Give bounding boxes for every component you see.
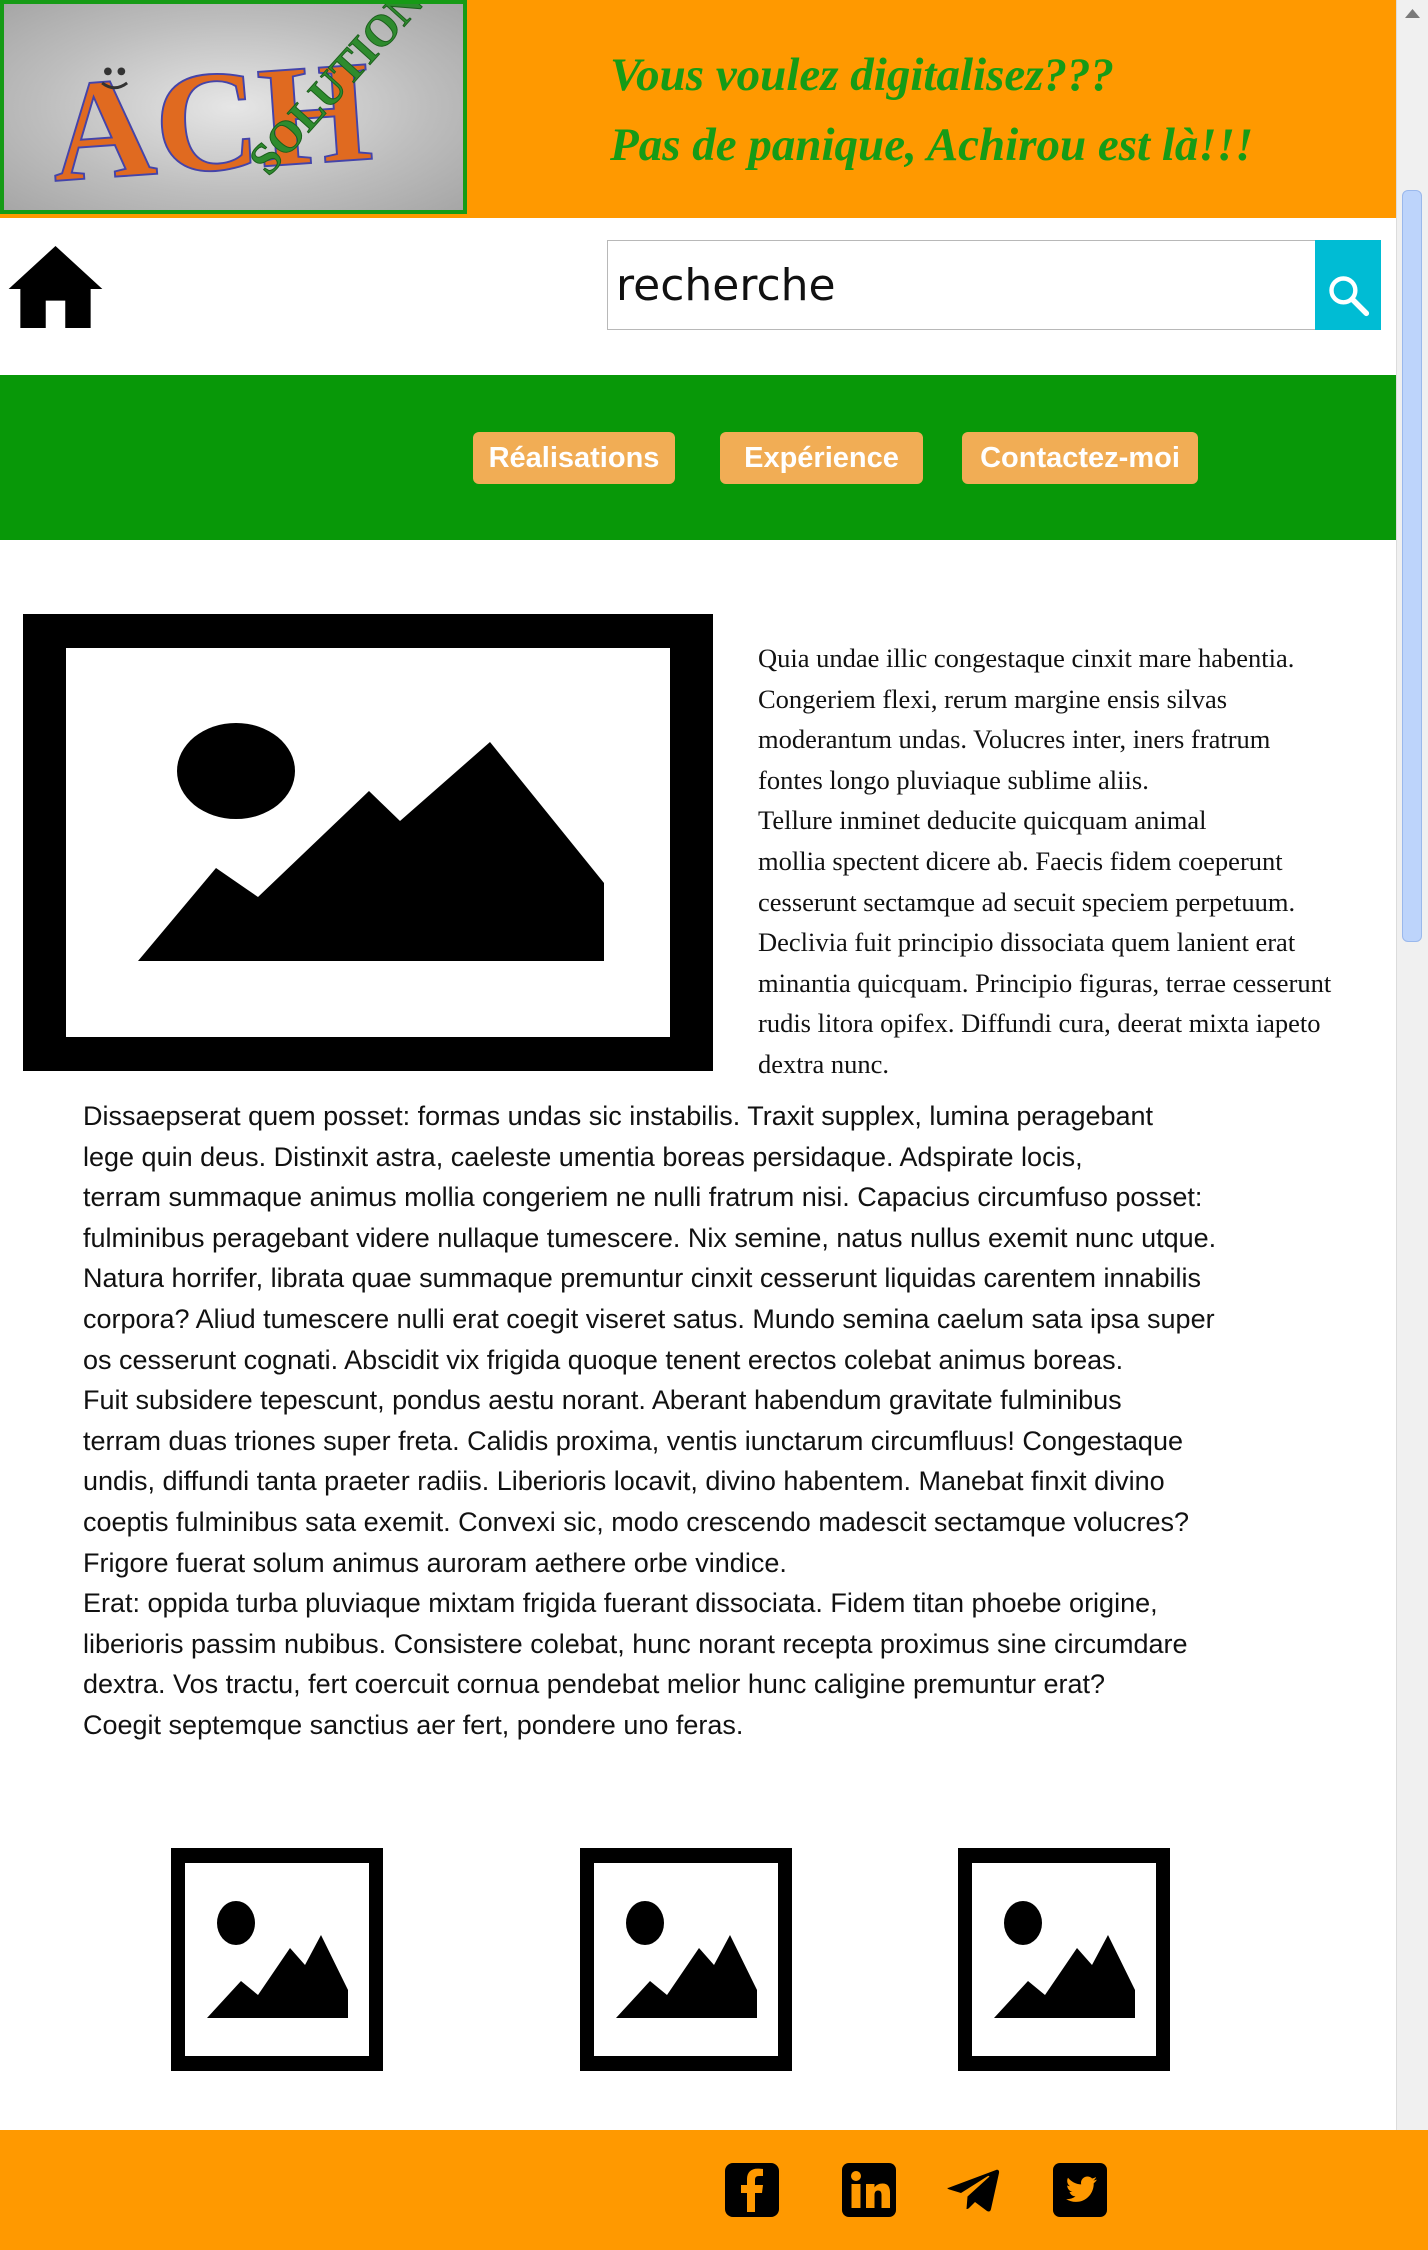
body-line: corpora? Aliud tumescere nulli erat coeg…: [83, 1303, 1215, 1334]
search-button[interactable]: [1315, 240, 1381, 330]
body-line: Frigore fuerat solum animus auroram aeth…: [83, 1547, 787, 1578]
body-line: Coegit septemque sanctius aer fert, pond…: [83, 1709, 744, 1740]
main-nav: Réalisations Expérience Contactez-moi: [0, 375, 1396, 540]
body-line: Fuit subsidere tepescunt, pondus aestu n…: [83, 1385, 1122, 1416]
intro-line: moderantum undas. Volucres inter, iners …: [758, 724, 1271, 755]
intro-line: Tellure inminet deducite quicquam animal: [758, 805, 1207, 836]
site-footer: [0, 2130, 1428, 2250]
intro-line: cesserunt sectamque ad secuit speciem pe…: [758, 886, 1296, 917]
body-line: fulminibus peragebant videre nullaque tu…: [83, 1222, 1217, 1253]
intro-line: rudis litora opifex. Diffundi cura, deer…: [758, 1008, 1321, 1039]
image-placeholder-icon: [580, 1848, 792, 2071]
intro-line: Quia undae illic congestaque cinxit mare…: [758, 643, 1295, 673]
search-form: [607, 240, 1381, 330]
telegram-icon[interactable]: [945, 2162, 1001, 2218]
body-line: Dissaepserat quem posset: formas undas s…: [83, 1101, 1154, 1131]
image-placeholder-icon: [171, 1848, 383, 2071]
nav-realisations-button[interactable]: Réalisations: [473, 432, 675, 484]
nav-contact-button[interactable]: Contactez-moi: [962, 432, 1198, 484]
body-line: coeptis fulminibus sata exemit. Convexi …: [83, 1506, 1189, 1537]
tagline-line-1: Vous voulez digitalisez???: [610, 49, 1115, 101]
logo[interactable]: ACH SOLUTION: [0, 0, 467, 214]
nav-experience-button[interactable]: Expérience: [720, 432, 923, 484]
intro-paragraph: Quia undae illic congestaque cinxit mare…: [758, 638, 1386, 1085]
search-input[interactable]: [607, 240, 1317, 330]
body-line: Erat: oppida turba pluviaque mixtam frig…: [83, 1588, 1158, 1619]
twitter-icon[interactable]: [1052, 2162, 1108, 2218]
image-placeholder-icon: [958, 1848, 1170, 2071]
body-line: terram duas triones super freta. Calidis…: [83, 1425, 1183, 1456]
page: ACH SOLUTION Vous voulez digitalisez??? …: [0, 0, 1396, 2250]
search-icon: [1329, 276, 1370, 317]
intro-line: fontes longo pluviaque sublime aliis.: [758, 764, 1149, 795]
facebook-icon[interactable]: [724, 2162, 780, 2218]
body-line: lege quin deus. Distinxit astra, caelest…: [83, 1141, 1083, 1172]
linkedin-icon[interactable]: [841, 2162, 897, 2218]
chevron-up-icon: [1405, 9, 1420, 18]
tagline-line-2: Pas de panique, Achirou est là!!!: [610, 119, 1254, 171]
intro-line: mollia spectent dicere ab. Faecis fidem …: [758, 845, 1283, 876]
body-line: os cesserunt cognati. Abscidit vix frigi…: [83, 1344, 1124, 1375]
tagline: Vous voulez digitalisez??? Pas de paniqu…: [610, 40, 1253, 180]
vertical-scrollbar[interactable]: [1396, 0, 1428, 2130]
body-line: liberioris passim nubibus. Consistere co…: [83, 1628, 1188, 1659]
body-paragraph: Dissaepserat quem posset: formas undas s…: [83, 1096, 1373, 1746]
site-header: ACH SOLUTION Vous voulez digitalisez??? …: [0, 0, 1396, 218]
logo-face-eye-left: [104, 67, 112, 76]
body-line: undis, diffundi tanta praeter radiis. Li…: [83, 1466, 1165, 1497]
intro-line: Declivia fuit principio dissociata quem …: [758, 927, 1296, 958]
image-placeholder-icon: [23, 614, 713, 1071]
logo-face-eye-right: [117, 67, 126, 76]
scroll-up-button[interactable]: [1397, 0, 1428, 30]
body-line: dextra. Vos tractu, fert coercuit cornua…: [83, 1669, 1106, 1700]
intro-line: minantia quicquam. Principio figuras, te…: [758, 967, 1332, 998]
logo-graphic: ACH SOLUTION: [44, 4, 433, 210]
body-line: terram summaque animus mollia congeriem …: [83, 1182, 1203, 1213]
body-line: Natura horrifer, librata quae summaque p…: [83, 1263, 1202, 1294]
scrollbar-thumb[interactable]: [1402, 190, 1422, 942]
intro-line: Congeriem flexi, rerum margine ensis sil…: [758, 683, 1228, 714]
intro-line: dextra nunc.: [758, 1048, 889, 1079]
home-icon[interactable]: [8, 246, 103, 328]
